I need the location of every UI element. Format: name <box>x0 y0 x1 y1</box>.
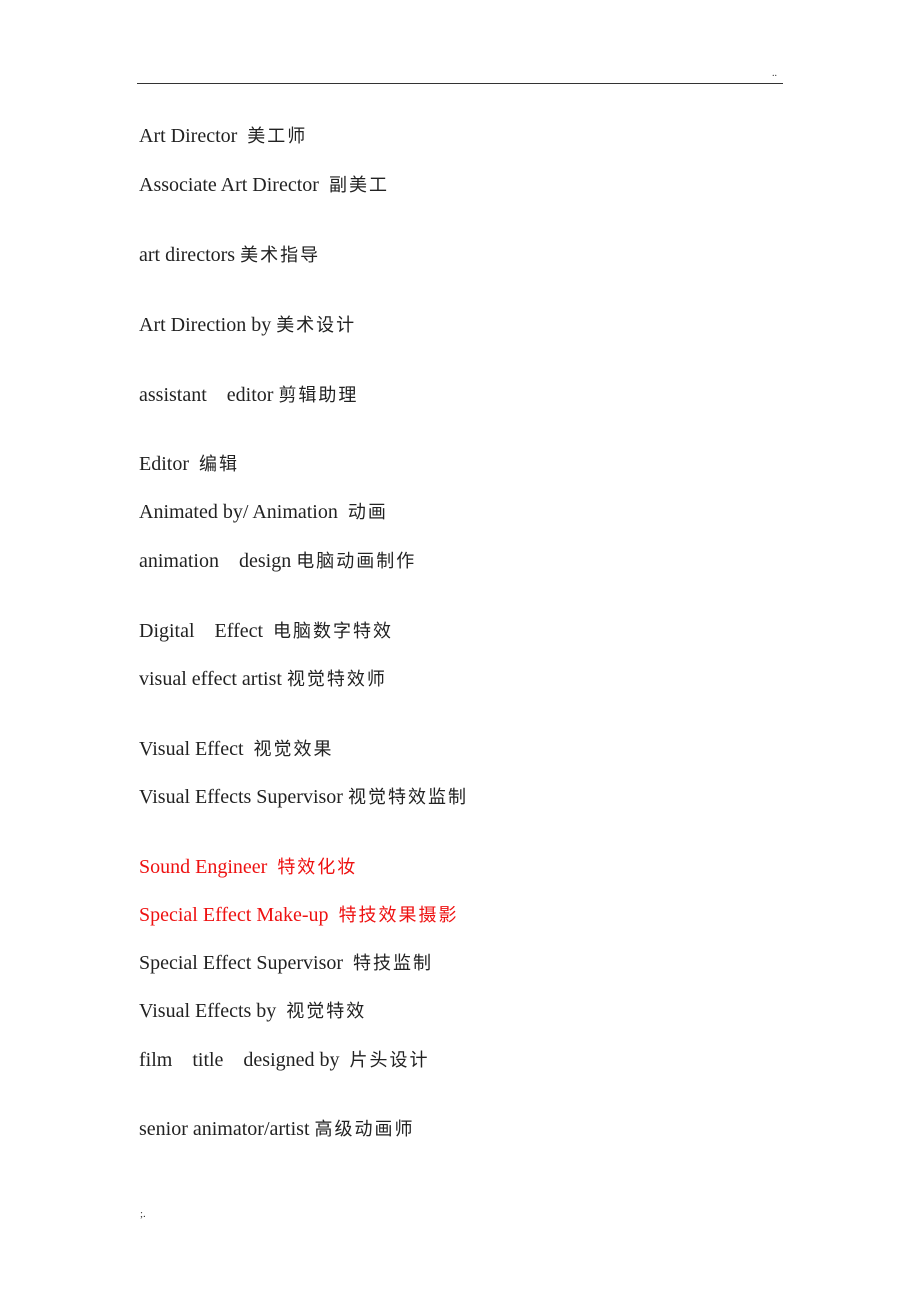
header-mark: .. <box>772 68 777 79</box>
glossary-entry: animation design 电脑动画制作 <box>139 549 416 574</box>
glossary-entry: Art Director 美工师 <box>139 124 307 149</box>
glossary-entry: Animated by/ Animation 动画 <box>139 500 388 525</box>
entry-english: Digital Effect <box>139 620 274 642</box>
glossary-entry: Associate Art Director 副美工 <box>139 173 389 198</box>
entry-english: Special Effect Supervisor <box>139 952 354 974</box>
entry-english: Editor <box>139 453 199 475</box>
entry-english: Art Director <box>139 125 248 147</box>
glossary-entry-highlighted: Special Effect Make-up 特技效果摄影 <box>139 903 459 928</box>
entry-chinese: 片头设计 <box>349 1050 430 1071</box>
entry-chinese: 剪辑助理 <box>278 385 359 406</box>
footer-mark: ;. <box>140 1208 146 1220</box>
entry-chinese: 电脑动画制作 <box>296 551 417 572</box>
entry-chinese: 美术指导 <box>240 245 321 266</box>
glossary-entry: Visual Effects by 视觉特效 <box>139 999 366 1024</box>
glossary-entry: Digital Effect 电脑数字特效 <box>139 619 393 644</box>
entry-chinese: 特技效果摄影 <box>338 905 459 926</box>
glossary-entry: film title designed by 片头设计 <box>139 1048 430 1073</box>
entry-english: Sound Engineer <box>139 856 278 878</box>
entry-english: Special Effect Make-up <box>139 904 339 926</box>
entry-english: visual effect artist <box>139 668 287 690</box>
entry-chinese: 电脑数字特效 <box>273 621 394 642</box>
glossary-entry: senior animator/artist 高级动画师 <box>139 1117 415 1142</box>
entry-chinese: 视觉效果 <box>253 739 334 760</box>
entry-chinese: 副美工 <box>328 175 389 196</box>
entry-chinese: 动画 <box>347 502 388 523</box>
glossary-entry: Art Direction by 美术设计 <box>139 313 356 338</box>
entry-chinese: 视觉特效监制 <box>347 787 468 808</box>
glossary-entry: Editor 编辑 <box>139 452 239 477</box>
glossary-entry: art directors 美术指导 <box>139 243 320 268</box>
entry-english: Animated by/ Animation <box>139 501 348 523</box>
glossary-entry: Visual Effect 视觉效果 <box>139 737 334 762</box>
entry-english: art directors <box>139 244 241 266</box>
entry-chinese: 美术设计 <box>276 315 357 336</box>
glossary-entry: visual effect artist 视觉特效师 <box>139 667 387 692</box>
entry-chinese: 特效化妆 <box>277 857 358 878</box>
entry-english: Art Direction by <box>139 314 277 336</box>
entry-english: animation design <box>139 550 297 572</box>
entry-chinese: 高级动画师 <box>314 1119 415 1140</box>
glossary-entry: assistant editor 剪辑助理 <box>139 383 358 408</box>
entry-english: senior animator/artist <box>139 1118 315 1140</box>
header-rule <box>137 83 783 84</box>
entry-chinese: 特技监制 <box>353 953 434 974</box>
entry-english: film title designed by <box>139 1049 350 1071</box>
entry-chinese: 编辑 <box>199 454 239 475</box>
glossary-entry-highlighted: Sound Engineer 特效化妆 <box>139 855 357 880</box>
entry-english: Visual Effects Supervisor <box>139 786 348 808</box>
glossary-entry: Special Effect Supervisor 特技监制 <box>139 951 433 976</box>
entry-english: assistant editor <box>139 384 279 406</box>
entry-chinese: 视觉特效师 <box>286 669 387 690</box>
entry-chinese: 美工师 <box>247 126 308 147</box>
entry-english: Visual Effects by <box>139 1000 287 1022</box>
entry-english: Visual Effect <box>139 738 254 760</box>
entry-english: Associate Art Director <box>139 174 329 196</box>
entry-chinese: 视觉特效 <box>286 1001 367 1022</box>
glossary-entry: Visual Effects Supervisor 视觉特效监制 <box>139 785 468 810</box>
